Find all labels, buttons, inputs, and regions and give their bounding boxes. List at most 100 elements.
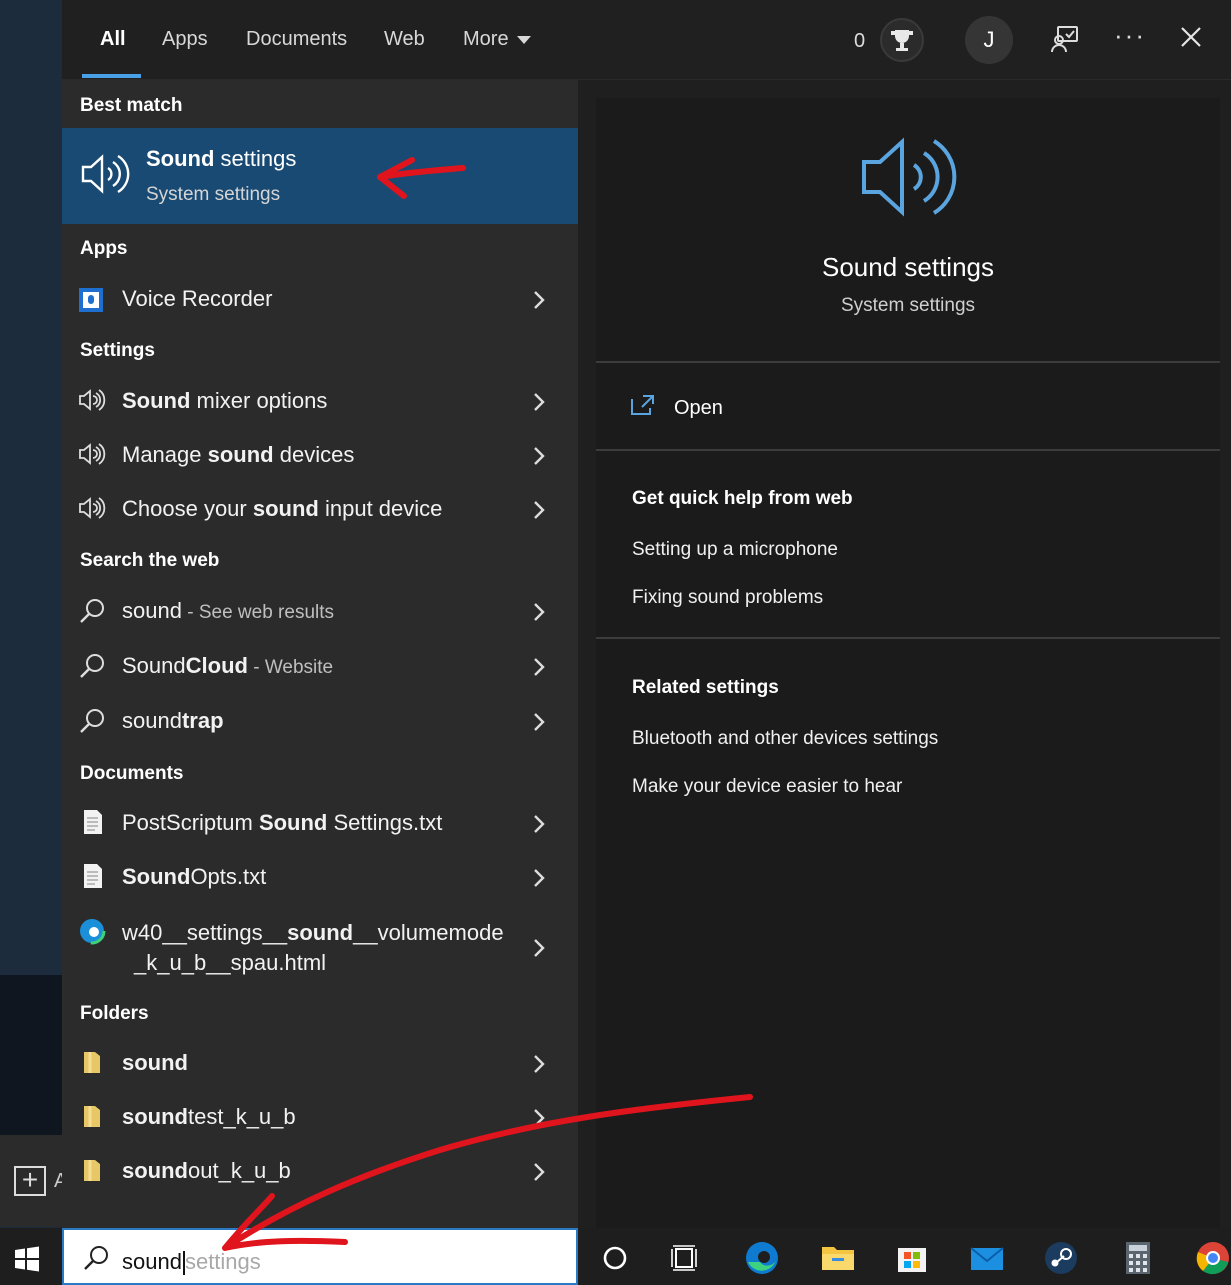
section-search-web: Search the web bbox=[80, 550, 220, 571]
windows-start-icon[interactable] bbox=[14, 1246, 40, 1277]
tab-more[interactable]: More bbox=[463, 28, 531, 51]
tab-web[interactable]: Web bbox=[384, 28, 425, 51]
list-item[interactable]: PostScriptum Sound Settings.txt bbox=[62, 797, 578, 851]
list-item-label: SoundOpts.txt bbox=[122, 864, 267, 889]
search-top-bar: All Apps Documents Web More 0 J ··· bbox=[62, 0, 1231, 80]
list-item-label: w40__settings__sound__volumemode _k_u_b__… bbox=[122, 920, 504, 975]
section-apps: Apps bbox=[80, 238, 128, 259]
chevron-right-icon bbox=[534, 1109, 545, 1127]
file-explorer-icon[interactable] bbox=[820, 1240, 856, 1276]
active-tab-indicator bbox=[82, 74, 141, 78]
chevron-right-icon bbox=[534, 869, 545, 887]
tab-apps[interactable]: Apps bbox=[162, 28, 208, 51]
chevron-right-icon bbox=[534, 1163, 545, 1181]
section-documents: Documents bbox=[80, 763, 184, 784]
results-list: Best match Sound settings System setting… bbox=[62, 80, 578, 1228]
speaker-icon bbox=[78, 441, 108, 471]
desktop-background bbox=[0, 0, 62, 975]
list-item[interactable]: sound bbox=[62, 1037, 578, 1091]
divider bbox=[596, 361, 1220, 363]
list-item[interactable]: w40__settings__sound__volumemode _k_u_b__… bbox=[62, 905, 578, 989]
best-match-result[interactable]: Sound settings System settings bbox=[62, 128, 578, 224]
related-link[interactable]: Make your device easier to hear bbox=[632, 776, 902, 798]
help-link[interactable]: Fixing sound problems bbox=[632, 587, 823, 609]
chevron-right-icon bbox=[534, 447, 545, 465]
list-item-label: Voice Recorder bbox=[122, 286, 273, 311]
list-item-label: sound - See web results bbox=[122, 598, 335, 623]
section-settings: Settings bbox=[80, 340, 155, 361]
text-file-icon bbox=[78, 809, 108, 839]
folder-icon bbox=[78, 1103, 108, 1133]
chevron-right-icon bbox=[534, 815, 545, 833]
best-match-title: Sound settings bbox=[146, 146, 297, 171]
trophy-icon[interactable] bbox=[880, 18, 924, 62]
preview-title: Sound settings bbox=[821, 252, 994, 282]
tab-all[interactable]: All bbox=[100, 28, 126, 51]
tab-documents[interactable]: Documents bbox=[246, 28, 347, 51]
preview-pane: Sound settings System settings Open Get … bbox=[596, 98, 1220, 1228]
chevron-right-icon bbox=[534, 603, 545, 621]
list-item[interactable]: SoundCloud - Website bbox=[62, 640, 578, 694]
folder-icon bbox=[78, 1049, 108, 1079]
chevron-right-icon bbox=[534, 658, 545, 676]
text-file-icon bbox=[78, 863, 108, 893]
folder-icon bbox=[78, 1157, 108, 1187]
close-icon[interactable] bbox=[1176, 22, 1206, 52]
trophy-glyph bbox=[891, 30, 913, 51]
taskbar-search-box[interactable]: sound settings bbox=[62, 1228, 578, 1285]
list-item[interactable]: soundtrap bbox=[62, 695, 578, 749]
divider bbox=[596, 449, 1220, 451]
list-item-label: Manage sound devices bbox=[122, 442, 355, 467]
list-item[interactable]: Sound mixer options bbox=[62, 375, 578, 429]
caret-down-icon bbox=[516, 35, 531, 44]
more-options-icon[interactable]: ··· bbox=[1114, 20, 1146, 51]
edge-icon[interactable] bbox=[744, 1240, 780, 1276]
section-best-match: Best match bbox=[80, 95, 183, 116]
list-item[interactable]: sound - See web results bbox=[62, 585, 578, 639]
cortana-circle-icon[interactable] bbox=[597, 1240, 633, 1276]
search-icon bbox=[78, 707, 108, 737]
steam-icon[interactable] bbox=[1043, 1240, 1079, 1276]
calculator-icon[interactable] bbox=[1120, 1240, 1156, 1276]
rewards-points: 0 bbox=[854, 30, 866, 52]
list-item[interactable]: Choose your sound input device bbox=[62, 483, 578, 537]
add-icon[interactable]: + bbox=[14, 1166, 46, 1196]
list-item-label: Sound mixer options bbox=[122, 388, 328, 413]
chevron-right-icon bbox=[534, 713, 545, 731]
avatar[interactable]: J bbox=[965, 16, 1013, 64]
chrome-icon[interactable] bbox=[1195, 1240, 1231, 1276]
search-icon bbox=[78, 597, 108, 627]
feedback-icon[interactable] bbox=[1050, 24, 1080, 54]
list-item[interactable]: soundout_k_u_b bbox=[62, 1145, 578, 1199]
edge-html-file-icon bbox=[78, 917, 108, 947]
chevron-right-icon bbox=[534, 939, 545, 957]
desktop-background-dark bbox=[0, 975, 62, 1135]
list-item[interactable]: Manage sound devices bbox=[62, 429, 578, 483]
help-link[interactable]: Setting up a microphone bbox=[632, 539, 838, 561]
related-link[interactable]: Bluetooth and other devices settings bbox=[632, 728, 938, 750]
tab-more-label: More bbox=[463, 28, 509, 50]
task-view-icon[interactable] bbox=[668, 1240, 704, 1276]
list-item-label: PostScriptum Sound Settings.txt bbox=[122, 810, 443, 835]
section-folders: Folders bbox=[80, 1003, 149, 1024]
speaker-icon bbox=[78, 495, 108, 525]
list-item-label: SoundCloud - Website bbox=[122, 653, 334, 678]
mail-icon[interactable] bbox=[969, 1240, 1005, 1276]
chevron-right-icon bbox=[534, 291, 545, 309]
chevron-right-icon bbox=[534, 393, 545, 411]
best-match-subtitle: System settings bbox=[146, 184, 281, 205]
quick-help-header: Get quick help from web bbox=[632, 488, 853, 509]
list-item-label: soundtrap bbox=[122, 708, 224, 733]
search-icon bbox=[82, 1244, 110, 1277]
open-label: Open bbox=[674, 397, 723, 419]
chevron-right-icon bbox=[534, 501, 545, 519]
list-item[interactable]: SoundOpts.txt bbox=[62, 851, 578, 905]
list-item[interactable]: soundtest_k_u_b bbox=[62, 1091, 578, 1145]
list-item[interactable]: Voice Recorder bbox=[62, 273, 578, 327]
search-icon bbox=[78, 652, 108, 682]
voice-recorder-icon bbox=[78, 285, 108, 315]
list-item-label: soundout_k_u_b bbox=[122, 1158, 291, 1183]
divider bbox=[596, 637, 1220, 639]
search-input[interactable]: sound settings bbox=[122, 1249, 261, 1276]
store-icon[interactable] bbox=[894, 1240, 930, 1276]
